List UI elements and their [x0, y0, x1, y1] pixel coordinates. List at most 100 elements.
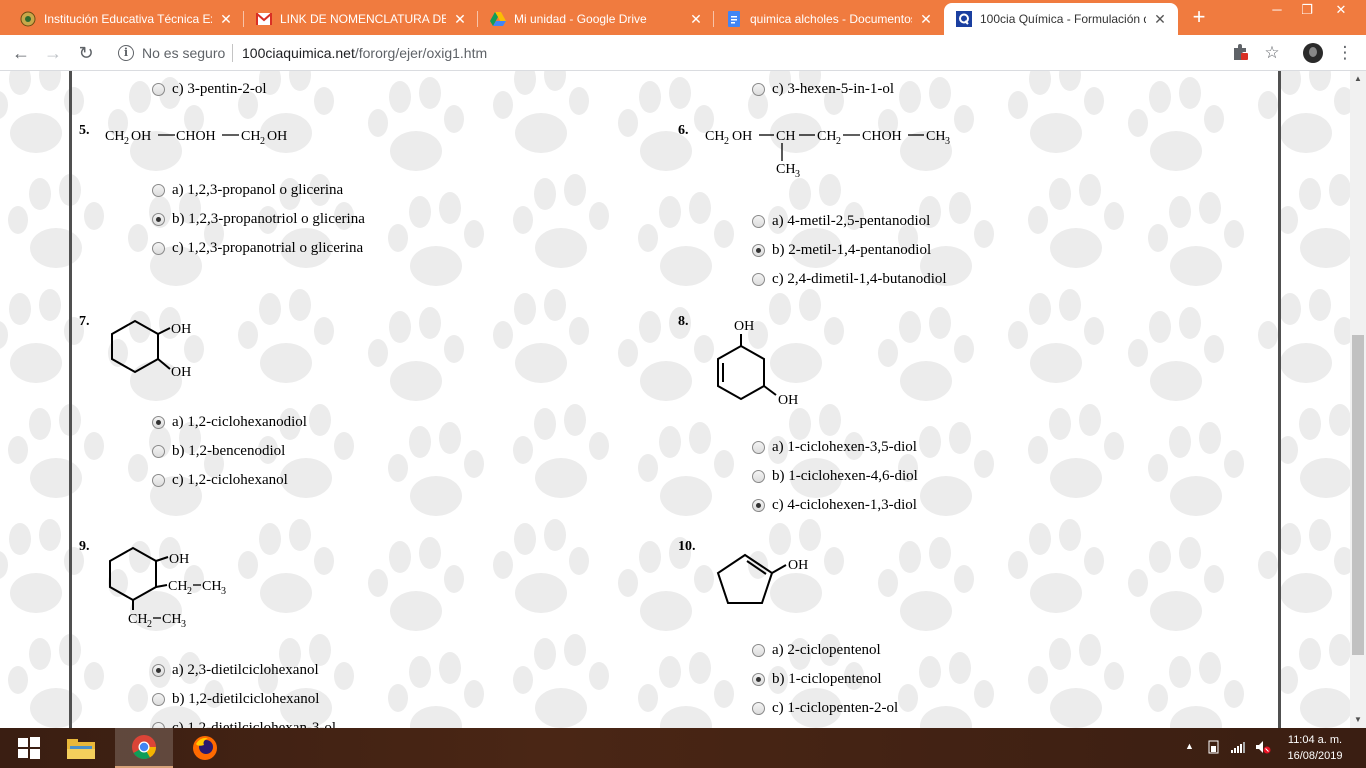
tab-title: Institución Educativa Técnica Ex: [44, 12, 212, 26]
close-tab-icon[interactable]: ✕: [452, 11, 468, 28]
restore-icon[interactable]: ❐: [1292, 2, 1322, 20]
paw-print-icon: [1278, 634, 1350, 728]
option-6a[interactable]: a) 4-metil-2,5-pentanodiol: [752, 211, 930, 231]
chrome-icon[interactable]: [115, 728, 173, 768]
extension-icon[interactable]: [1230, 43, 1250, 63]
volume-muted-icon[interactable]: [1255, 740, 1271, 757]
option-label: b) 1,2,3-propanotriol o glicerina: [172, 210, 365, 227]
option-8a[interactable]: a) 1-ciclohexen-3,5-diol: [752, 437, 917, 457]
file-explorer-icon[interactable]: [52, 728, 110, 768]
option-9a[interactable]: a) 2,3-dietilciclohexanol: [152, 660, 319, 680]
radio-button-selected[interactable]: [752, 243, 765, 257]
vertical-scrollbar[interactable]: ▲ ▼: [1350, 71, 1366, 728]
formula-subscript: 3: [181, 619, 186, 630]
firefox-icon[interactable]: [176, 728, 234, 768]
option-7a[interactable]: a) 1,2-ciclohexanodiol: [152, 412, 307, 432]
address-bar[interactable]: i No es seguro 100ciaquimica.net/fororg/…: [108, 39, 1293, 67]
paw-print-icon: [1278, 404, 1350, 498]
url-host: 100ciaquimica.net: [242, 45, 355, 61]
google-drive-icon: [490, 11, 506, 27]
option-10a[interactable]: a) 2-ciclopentenol: [752, 640, 881, 660]
radio-button[interactable]: [752, 82, 765, 96]
scroll-up-arrow-icon[interactable]: ▲: [1350, 71, 1366, 87]
formula-text: CHOH: [176, 129, 216, 144]
radio-button[interactable]: [152, 82, 165, 96]
back-icon[interactable]: ←: [8, 40, 34, 66]
close-window-icon[interactable]: ✕: [1326, 2, 1356, 20]
radio-button[interactable]: [152, 444, 165, 458]
option-6c[interactable]: c) 2,4-dimetil-1,4-butanodiol: [752, 269, 947, 289]
windows-start-icon[interactable]: [0, 728, 58, 768]
radio-button[interactable]: [752, 469, 765, 483]
battery-icon[interactable]: [1206, 740, 1222, 757]
tab-100cia[interactable]: 100cia Química - Formulación d ✕: [944, 3, 1178, 35]
option-7c[interactable]: c) 1,2-ciclohexanol: [152, 470, 288, 490]
tab-institucion[interactable]: Institución Educativa Técnica Ex ✕: [8, 3, 244, 35]
option-label: c) 3-hexen-5-in-1-ol: [772, 80, 895, 97]
radio-button-selected[interactable]: [152, 212, 165, 226]
radio-button[interactable]: [752, 643, 765, 657]
option-top-right[interactable]: c) 3-hexen-5-in-1-ol: [752, 79, 894, 99]
scrollbar-thumb[interactable]: [1352, 335, 1364, 655]
option-10b[interactable]: b) 1-ciclopentenol: [752, 669, 882, 689]
radio-button[interactable]: [752, 214, 765, 228]
option-label: b) 1,2-bencenodiol: [172, 442, 286, 459]
close-tab-icon[interactable]: ✕: [688, 11, 704, 28]
minimize-icon[interactable]: ─: [1262, 2, 1292, 20]
radio-button-selected[interactable]: [152, 663, 165, 677]
tab-docs[interactable]: quimica alcholes - Documentos ✕: [714, 3, 944, 35]
tab-gmail[interactable]: LINK DE NOMENCLATURA DE A ✕: [244, 3, 478, 35]
windows-taskbar: ▲ 11:04 a. m. 16/08/2019: [0, 728, 1366, 768]
option-label: c) 4-ciclohexen-1,3-diol: [772, 496, 917, 513]
option-9b[interactable]: b) 1,2-dietilciclohexanol: [152, 689, 319, 709]
option-5a[interactable]: a) 1,2,3-propanol o glicerina: [152, 180, 343, 200]
radio-button[interactable]: [152, 241, 165, 255]
option-10c[interactable]: c) 1-ciclopenten-2-ol: [752, 698, 898, 718]
show-hidden-icons-icon[interactable]: ▲: [1185, 741, 1194, 751]
menu-kebab-icon[interactable]: ⋮: [1335, 43, 1355, 63]
radio-button[interactable]: [752, 440, 765, 454]
option-top-left[interactable]: c) 3-pentin-2-ol: [152, 79, 267, 99]
formula-text: OH: [131, 129, 151, 144]
option-8c[interactable]: c) 4-ciclohexen-1,3-diol: [752, 495, 917, 515]
radio-button[interactable]: [752, 272, 765, 286]
url-text[interactable]: 100ciaquimica.net/fororg/ejer/oxig1.htm: [242, 45, 487, 61]
info-icon[interactable]: i: [118, 45, 134, 61]
radio-button[interactable]: [752, 701, 765, 715]
option-6b[interactable]: b) 2-metil-1,4-pentanodiol: [752, 240, 931, 260]
reload-icon[interactable]: ↻: [73, 40, 99, 66]
close-tab-icon[interactable]: ✕: [218, 11, 234, 28]
option-9c[interactable]: c) 1,2-dietilciclohexan-3-ol: [152, 718, 336, 728]
option-8b[interactable]: b) 1-ciclohexen-4,6-diol: [752, 466, 918, 486]
tab-drive[interactable]: Mi unidad - Google Drive ✕: [478, 3, 714, 35]
formula-text: CH: [128, 612, 147, 627]
close-tab-icon[interactable]: ✕: [1152, 11, 1168, 28]
formula-text: CH: [705, 129, 724, 144]
question-number-5: 5.: [79, 123, 90, 138]
avatar[interactable]: [1303, 43, 1323, 63]
tab-strip: Institución Educativa Técnica Ex ✕ LINK …: [0, 0, 1366, 35]
radio-button-selected[interactable]: [752, 672, 765, 686]
formula-subscript: 2: [124, 136, 129, 147]
system-clock[interactable]: 11:04 a. m. 16/08/2019: [1280, 732, 1350, 764]
formula-text: CH: [926, 129, 945, 144]
formula-text: CH: [776, 162, 795, 177]
formula-subscript: 3: [945, 136, 950, 147]
question-number-6: 6.: [678, 123, 689, 138]
bookmark-star-icon[interactable]: ☆: [1262, 43, 1282, 63]
radio-button[interactable]: [152, 473, 165, 487]
close-tab-icon[interactable]: ✕: [918, 11, 934, 28]
radio-button[interactable]: [152, 692, 165, 706]
option-5b[interactable]: b) 1,2,3-propanotriol o glicerina: [152, 209, 365, 229]
network-signal-icon[interactable]: [1230, 740, 1246, 757]
new-tab-button[interactable]: +: [1186, 6, 1212, 30]
forward-icon[interactable]: →: [40, 40, 66, 66]
radio-button-selected[interactable]: [152, 415, 165, 429]
radio-button[interactable]: [152, 183, 165, 197]
security-label[interactable]: No es seguro: [142, 45, 225, 61]
gmail-icon: [256, 11, 272, 27]
radio-button-selected[interactable]: [752, 498, 765, 512]
option-5c[interactable]: c) 1,2,3-propanotrial o glicerina: [152, 238, 363, 258]
option-7b[interactable]: b) 1,2-bencenodiol: [152, 441, 285, 461]
scroll-down-arrow-icon[interactable]: ▼: [1350, 712, 1366, 728]
